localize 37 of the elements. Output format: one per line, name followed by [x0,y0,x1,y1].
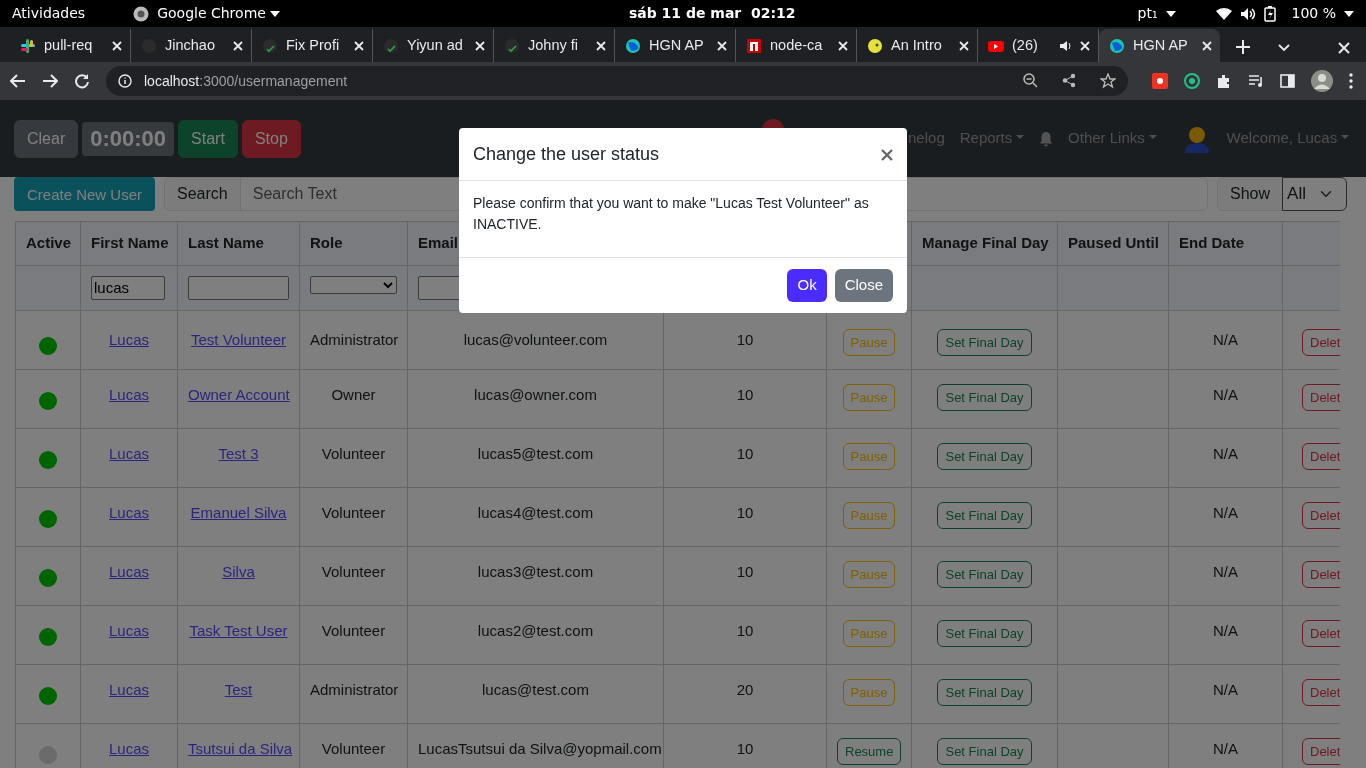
role-text: Volunteer [321,621,386,639]
role-text: Administrator [310,330,399,348]
modal-title: Change the user status [473,143,660,166]
role-text: Volunteer [321,444,386,462]
hours-text: 10 [736,385,754,403]
hours-text: 10 [736,739,754,757]
timer-display: 0:00:00 [82,121,175,156]
role-text: Volunteer [321,562,386,580]
modal-message: Please confirm that you want to make "Lucas Test Volunteer" as INACTIVE. [473,194,870,234]
end-date-text: N/A [1213,330,1238,348]
end-date-text: N/A [1213,739,1238,757]
email-text: lucas2@test.com [477,621,594,639]
hours-text: 10 [736,621,754,639]
email-text: lucas4@test.com [477,503,594,521]
show-label: Show [1217,177,1284,211]
hours-text: 10 [736,444,754,462]
role-text: Volunteer [321,739,386,757]
hours-text: 20 [736,680,754,698]
search-label: Search [164,177,241,211]
role-text: Owner [331,385,376,403]
end-date-text: N/A [1213,680,1238,698]
role-text: Volunteer [321,503,386,521]
end-date-text: N/A [1213,385,1238,403]
email-text: lucas@owner.com [474,385,597,403]
email-text: lucas5@test.com [477,444,594,462]
hours-text: 10 [736,503,754,521]
hours-text: 10 [736,562,754,580]
hours-text: 10 [736,330,754,348]
end-date-text: N/A [1213,503,1238,521]
end-date-text: N/A [1213,621,1238,639]
email-text: LucasTsutsui da Silva@yopmail.com [418,739,662,757]
role-text: Administrator [310,680,399,698]
end-date-text: N/A [1213,562,1238,580]
email-text: lucas@test.com [482,680,589,698]
end-date-text: N/A [1213,444,1238,462]
email-text: lucas3@test.com [477,562,594,580]
email-text: lucas@volunteer.com [463,330,608,348]
